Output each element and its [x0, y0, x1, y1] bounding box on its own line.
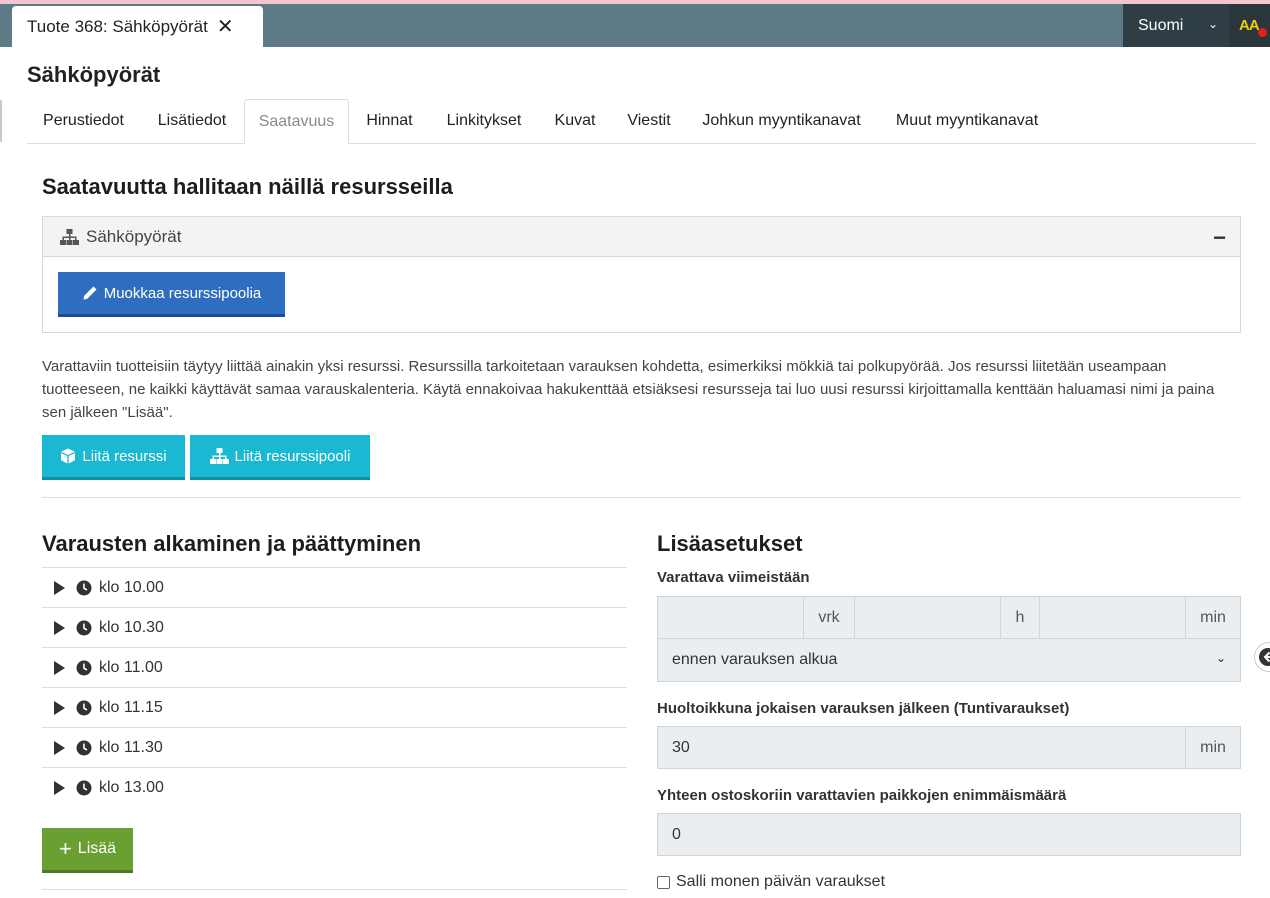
- tab-bar: Perustiedot Lisätiedot Saatavuus Hinnat …: [27, 99, 1256, 145]
- resource-pool-name: Sähköpyörät: [86, 226, 182, 246]
- tab-linkitykset[interactable]: Linkitykset: [430, 99, 538, 144]
- sitemap-icon: [209, 448, 229, 464]
- resources-heading: Saatavuutta hallitaan näillä resursseill…: [42, 174, 453, 199]
- side-panel-toggle[interactable]: [1254, 642, 1270, 672]
- minutes-input[interactable]: [1040, 597, 1185, 638]
- left-edge-rule: [0, 100, 2, 142]
- clock-icon: [76, 700, 92, 715]
- edit-resource-pool-label: Muokkaa resurssipoolia: [103, 284, 262, 302]
- days-unit: vrk: [803, 597, 855, 638]
- expand-icon[interactable]: [54, 660, 65, 675]
- list-item[interactable]: klo 11.00: [42, 647, 627, 687]
- max-spots-input[interactable]: 0: [658, 814, 1240, 855]
- language-select[interactable]: Suomi ⌄: [1123, 4, 1229, 47]
- cube-icon: [61, 448, 76, 464]
- hours-unit: h: [1000, 597, 1040, 638]
- list-item[interactable]: klo 11.15: [42, 687, 627, 727]
- start-time-label: klo 10.00: [99, 578, 164, 596]
- expand-icon[interactable]: [54, 620, 65, 635]
- page-title: Sähköpyörät: [27, 62, 161, 87]
- relative-time-value: ennen varauksen alkua: [672, 651, 838, 668]
- chevron-down-icon: ⌄: [1207, 17, 1218, 31]
- close-icon[interactable]: ✕: [217, 17, 234, 37]
- attach-resource-pool-label: Liitä resurssipooli: [234, 447, 351, 465]
- attach-resource-button[interactable]: Liitä resurssi: [42, 435, 185, 480]
- document-tab[interactable]: Tuote 368: Sähköpyörät ✕: [12, 6, 263, 47]
- tab-johkun-myyntikanavat[interactable]: Johkun myyntikanavat: [688, 99, 875, 144]
- latest-booking-label: Varattava viimeistään: [657, 569, 810, 586]
- list-bottom-divider: [42, 889, 627, 890]
- max-spots-label: Yhteen ostoskoriin varattavien paikkojen…: [657, 787, 1067, 804]
- start-times-list: klo 10.00 klo 10.30 klo 11.00 klo 11.15 …: [42, 567, 627, 807]
- edit-resource-pool-button[interactable]: Muokkaa resurssipoolia: [58, 272, 285, 317]
- multi-day-label: Salli monen päivän varaukset: [676, 873, 886, 890]
- tab-viestit[interactable]: Viestit: [612, 99, 686, 144]
- maintenance-input[interactable]: 30: [658, 727, 1185, 768]
- clock-icon: [76, 780, 92, 795]
- document-tab-title: Tuote 368: Sähköpyörät: [27, 16, 208, 36]
- language-label: Suomi: [1138, 16, 1184, 34]
- tab-saatavuus[interactable]: Saatavuus: [244, 99, 349, 145]
- list-item[interactable]: klo 10.30: [42, 607, 627, 647]
- expand-icon[interactable]: [54, 740, 65, 755]
- days-input[interactable]: [658, 597, 803, 638]
- times-heading: Varausten alkaminen ja päättyminen: [42, 531, 422, 556]
- clock-icon: [76, 620, 92, 635]
- section-divider: [42, 497, 1241, 498]
- clock-icon: [76, 740, 92, 755]
- latest-booking-group: vrk h min: [657, 596, 1241, 639]
- tab-muut-myyntikanavat[interactable]: Muut myyntikanavat: [877, 99, 1057, 144]
- start-time-label: klo 11.00: [99, 658, 163, 676]
- multi-day-checkbox-row[interactable]: Salli monen päivän varaukset: [657, 873, 885, 891]
- minutes-unit: min: [1185, 597, 1240, 638]
- expand-icon[interactable]: [54, 580, 65, 595]
- expand-icon[interactable]: [54, 700, 65, 715]
- list-item[interactable]: klo 10.00: [42, 567, 627, 607]
- relative-time-select[interactable]: ennen varauksen alkua ⌄: [657, 639, 1241, 682]
- list-item[interactable]: klo 11.30: [42, 727, 627, 767]
- tab-hinnat[interactable]: Hinnat: [351, 99, 428, 144]
- clock-icon: [76, 660, 92, 675]
- tab-perustiedot[interactable]: Perustiedot: [27, 99, 140, 144]
- hours-input[interactable]: [855, 597, 1000, 638]
- start-time-label: klo 10.30: [99, 618, 164, 636]
- accessibility-button[interactable]: AA: [1229, 4, 1270, 47]
- plus-icon: +: [58, 836, 72, 861]
- resource-pool-panel-header[interactable]: Sähköpyörät −: [43, 217, 1240, 257]
- arrow-left-circle-icon: [1259, 648, 1270, 666]
- attach-resource-label: Liitä resurssi: [82, 447, 167, 465]
- notification-dot: [1258, 28, 1267, 37]
- pencil-icon: [83, 286, 97, 300]
- multi-day-checkbox[interactable]: [657, 875, 670, 889]
- collapse-icon[interactable]: −: [1213, 225, 1226, 251]
- maintenance-unit: min: [1185, 727, 1240, 768]
- attach-resource-pool-button[interactable]: Liitä resurssipooli: [190, 435, 370, 480]
- resource-pool-panel: Sähköpyörät − Muokkaa resurssipoolia: [42, 216, 1241, 333]
- list-item[interactable]: klo 13.00: [42, 767, 627, 807]
- start-time-label: klo 13.00: [99, 778, 164, 796]
- maintenance-group: 30 min: [657, 726, 1241, 769]
- settings-heading: Lisäasetukset: [657, 531, 803, 556]
- expand-icon[interactable]: [54, 780, 65, 795]
- clock-icon: [76, 580, 92, 595]
- add-time-label: Lisää: [77, 840, 117, 857]
- start-time-label: klo 11.30: [99, 738, 163, 756]
- add-time-button[interactable]: + Lisää: [42, 828, 133, 873]
- tab-kuvat[interactable]: Kuvat: [540, 99, 610, 144]
- start-time-label: klo 11.15: [99, 698, 163, 716]
- chevron-down-icon: ⌄: [1215, 651, 1226, 665]
- maintenance-label: Huoltoikkuna jokaisen varauksen jälkeen …: [657, 700, 1070, 717]
- max-spots-group: 0: [657, 813, 1241, 856]
- tab-lisatiedot[interactable]: Lisätiedot: [142, 99, 242, 144]
- resources-description: Varattaviin tuotteisiin täytyy liittää a…: [42, 358, 1215, 421]
- sitemap-icon: [60, 228, 79, 245]
- accessibility-label: AA: [1239, 17, 1260, 34]
